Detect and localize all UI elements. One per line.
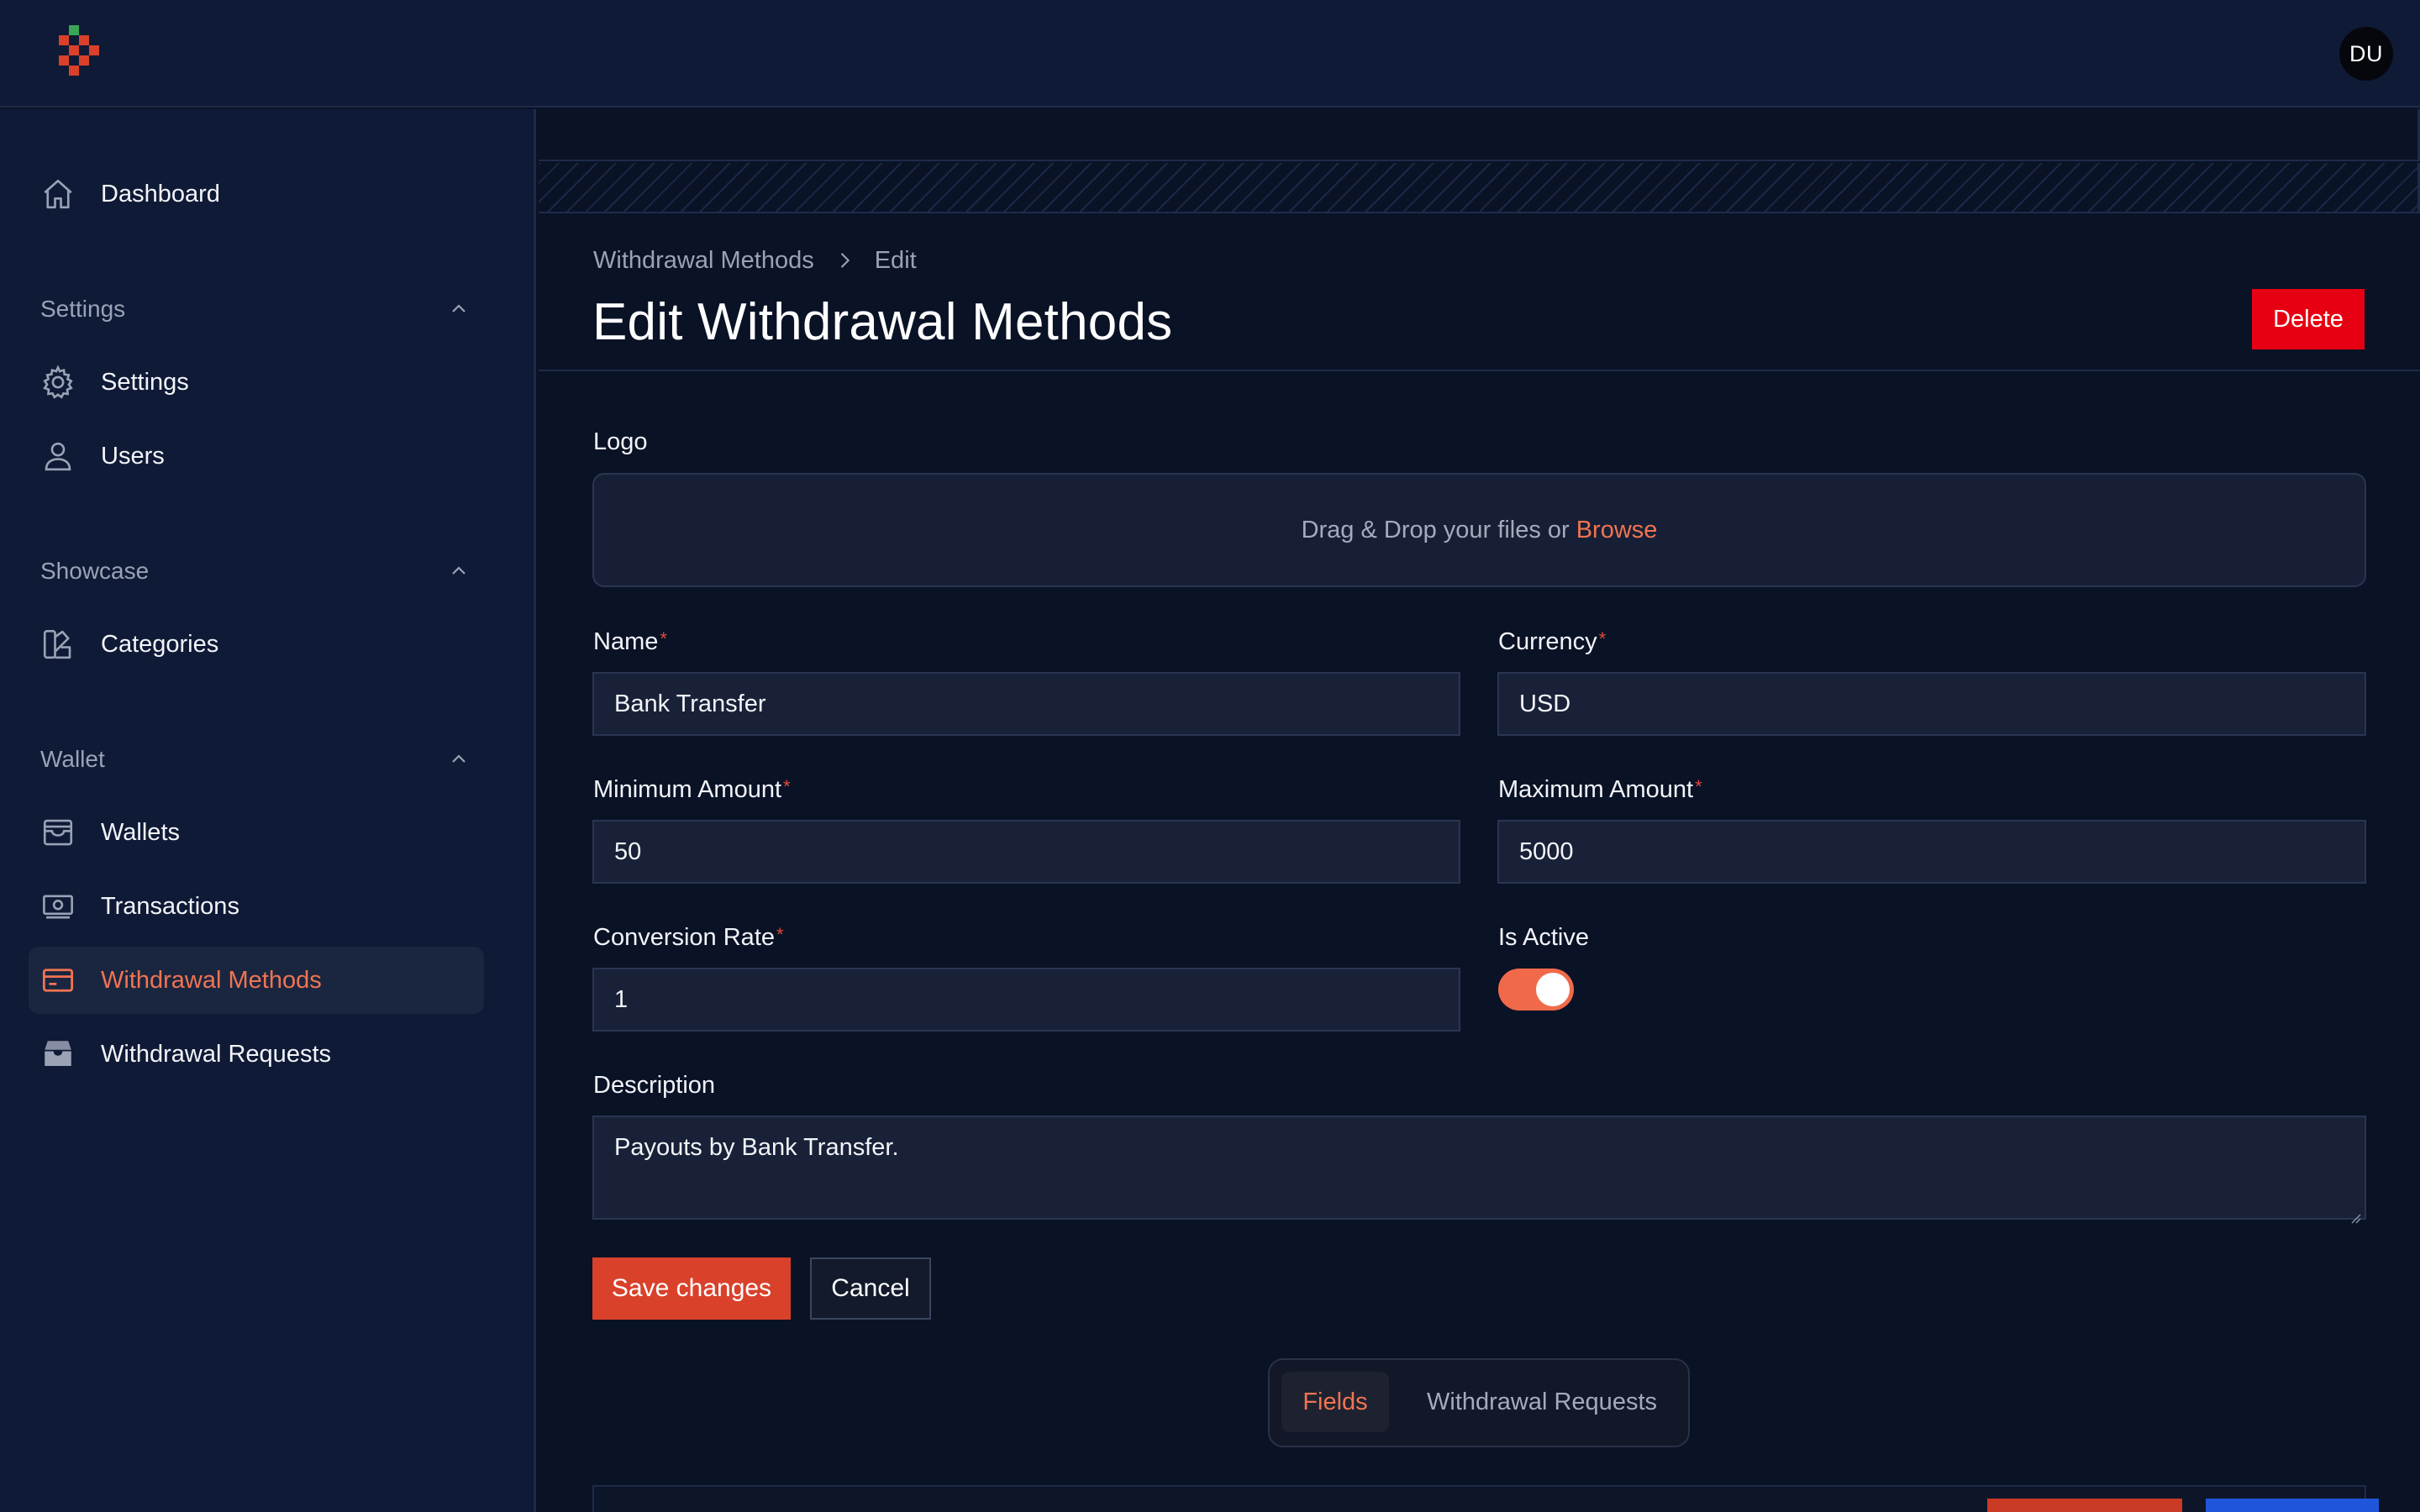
currency-label-text: Currency xyxy=(1498,628,1597,655)
maximum-amount-input[interactable]: 5000 xyxy=(1497,820,2366,884)
relation-tabs: Fields Withdrawal Requests xyxy=(1268,1358,1690,1447)
required-marker: * xyxy=(776,924,784,945)
sidebar-item-transactions[interactable]: Transactions xyxy=(29,873,484,940)
sidebar-group-showcase[interactable]: Showcase xyxy=(40,550,469,592)
relation-panel xyxy=(592,1485,2379,1512)
sidebar-item-categories[interactable]: Categories xyxy=(29,611,484,678)
chevron-up-icon xyxy=(449,561,469,581)
required-marker: * xyxy=(783,776,791,797)
name-label-text: Name xyxy=(593,628,659,655)
logo-label: Logo xyxy=(593,428,648,456)
required-marker: * xyxy=(1695,776,1702,797)
maximum-amount-label-text: Maximum Amount xyxy=(1498,776,1694,803)
tab-withdrawal-requests[interactable]: Withdrawal Requests xyxy=(1404,1372,1680,1432)
wallet-icon xyxy=(40,815,76,850)
page-header: Withdrawal Methods Edit Edit Withdrawal … xyxy=(539,215,2420,371)
conversion-rate-input[interactable]: 1 xyxy=(592,968,1460,1032)
sidebar-item-label: Users xyxy=(101,443,165,470)
logo-label-text: Logo xyxy=(593,428,648,455)
sidebar-group-settings[interactable]: Settings xyxy=(40,288,469,330)
cancel-button[interactable]: Cancel xyxy=(810,1257,931,1320)
sidebar-item-label: Withdrawal Requests xyxy=(101,1041,331,1068)
sidebar-item-label: Dashboard xyxy=(101,181,220,207)
description-label: Description xyxy=(593,1072,715,1100)
panel-action-button[interactable] xyxy=(1987,1499,2182,1512)
sidebar-item-label: Withdrawal Methods xyxy=(101,967,322,994)
home-icon xyxy=(40,176,76,212)
user-avatar[interactable]: DU xyxy=(2339,27,2393,81)
browse-link[interactable]: Browse xyxy=(1576,517,1658,544)
tab-fields[interactable]: Fields xyxy=(1281,1372,1389,1432)
hatched-divider xyxy=(539,163,2420,213)
breadcrumb-current: Edit xyxy=(874,246,917,274)
required-marker: * xyxy=(660,628,667,649)
save-changes-button[interactable]: Save changes xyxy=(592,1257,791,1320)
swatch-icon xyxy=(40,627,76,662)
panel-action-button[interactable] xyxy=(2206,1499,2379,1512)
conversion-rate-label-text: Conversion Rate xyxy=(593,924,775,951)
sidebar-item-settings[interactable]: Settings xyxy=(29,349,484,416)
breadcrumb-link-withdrawal-methods[interactable]: Withdrawal Methods xyxy=(593,247,814,275)
logo-dropzone[interactable]: Drag & Drop your files or Browse xyxy=(592,473,2366,587)
main-content: Withdrawal Methods Edit Edit Withdrawal … xyxy=(539,109,2420,1512)
sidebar-item-label: Categories xyxy=(101,631,219,658)
is-active-toggle[interactable] xyxy=(1498,969,1574,1011)
required-marker: * xyxy=(1598,628,1607,649)
maximum-amount-label: Maximum Amount* xyxy=(1498,776,1702,804)
toggle-knob xyxy=(1536,973,1570,1006)
minimum-amount-label-text: Minimum Amount xyxy=(593,776,782,803)
description-text: Payouts by Bank Transfer. xyxy=(614,1134,899,1161)
name-input[interactable]: Bank Transfer xyxy=(592,672,1460,736)
page-title: Edit Withdrawal Methods xyxy=(592,293,1173,351)
top-strip xyxy=(539,109,2420,161)
sidebar-group-label: Showcase xyxy=(40,558,150,584)
sidebar-item-label: Settings xyxy=(101,369,189,396)
dropzone-text: Drag & Drop your files or xyxy=(1301,516,1570,543)
app-logo[interactable] xyxy=(55,25,106,84)
currency-label: Currency* xyxy=(1498,628,1606,656)
chevron-up-icon xyxy=(449,299,469,319)
is-active-label-text: Is Active xyxy=(1498,924,1589,951)
sidebar: Dashboard Settings Settings Users Showca… xyxy=(0,109,536,1512)
chevron-right-icon xyxy=(833,249,856,272)
banknotes-icon xyxy=(40,889,76,924)
breadcrumb: Withdrawal Methods Edit xyxy=(593,244,917,277)
minimum-amount-input[interactable]: 50 xyxy=(592,820,1460,884)
resize-grip-icon[interactable] xyxy=(2349,1203,2361,1224)
sidebar-item-dashboard[interactable]: Dashboard xyxy=(29,160,484,228)
description-textarea[interactable]: Payouts by Bank Transfer. xyxy=(592,1116,2366,1224)
sidebar-item-label: Wallets xyxy=(101,819,180,846)
conversion-rate-label: Conversion Rate* xyxy=(593,924,784,952)
description-label-text: Description xyxy=(593,1072,716,1099)
sidebar-item-withdrawal-methods[interactable]: Withdrawal Methods xyxy=(29,947,484,1014)
gear-icon xyxy=(40,365,76,400)
sidebar-group-wallet[interactable]: Wallet xyxy=(40,738,469,780)
name-label: Name* xyxy=(593,628,667,656)
chevron-up-icon xyxy=(449,749,469,769)
sidebar-group-label: Settings xyxy=(40,296,126,322)
sidebar-item-wallets[interactable]: Wallets xyxy=(29,799,484,866)
credit-card-icon xyxy=(40,963,76,998)
delete-button[interactable]: Delete xyxy=(2252,289,2365,349)
sidebar-item-users[interactable]: Users xyxy=(29,423,484,490)
sidebar-item-withdrawal-requests[interactable]: Withdrawal Requests xyxy=(29,1021,484,1088)
inbox-stack-icon xyxy=(40,1037,76,1072)
sidebar-group-label: Wallet xyxy=(40,746,105,772)
currency-input[interactable]: USD xyxy=(1497,672,2366,736)
top-bar: DU xyxy=(0,0,2420,108)
sidebar-item-label: Transactions xyxy=(101,893,239,920)
minimum-amount-label: Minimum Amount* xyxy=(593,776,791,804)
is-active-label: Is Active xyxy=(1498,924,1589,952)
user-icon xyxy=(40,438,76,474)
